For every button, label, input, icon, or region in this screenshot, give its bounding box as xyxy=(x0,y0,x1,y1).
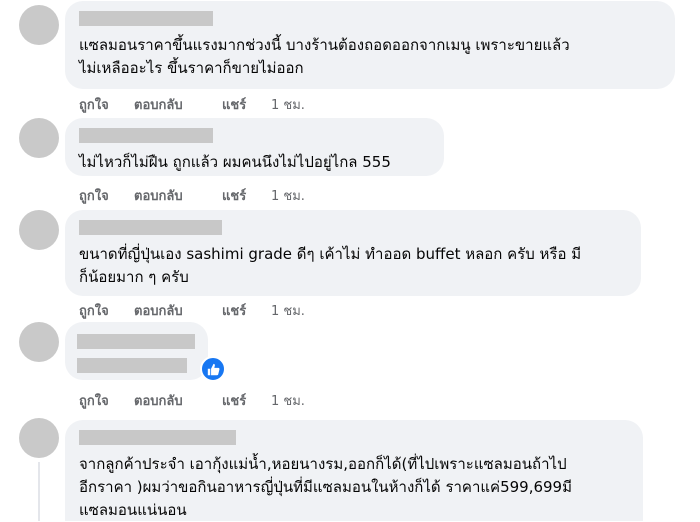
reply-button[interactable]: ตอบกลับ xyxy=(134,94,222,115)
comment-actions: ถูกใจ ตอบกลับ แชร์ 1 ชม. xyxy=(79,94,305,115)
comment-text: จากลูกค้าประจำ เอากุ้งแม่น้ำ,หอยนางรม,ออ… xyxy=(79,455,572,519)
redacted-author-name[interactable] xyxy=(79,11,213,26)
comment-actions: ถูกใจ ตอบกลับ แชร์ 1 ชม. xyxy=(79,185,305,206)
like-button[interactable]: ถูกใจ xyxy=(79,94,134,115)
avatar[interactable] xyxy=(19,118,59,158)
like-button[interactable]: ถูกใจ xyxy=(79,390,134,411)
comment-text: แซลมอนราคาขึ้นแรงมากช่วงนี้ บางร้านต้องถ… xyxy=(79,36,570,77)
comment-bubble: ขนาดที่ญี่ปุ่นเอง sashimi grade ดีๆ เค้า… xyxy=(65,210,641,296)
redacted-author-name[interactable] xyxy=(77,334,195,349)
share-button[interactable]: แชร์ xyxy=(222,185,271,206)
avatar[interactable] xyxy=(19,418,59,458)
reply-button[interactable]: ตอบกลับ xyxy=(134,185,222,206)
reaction-badge[interactable] xyxy=(200,356,226,382)
avatar[interactable] xyxy=(19,322,59,362)
share-button[interactable]: แชร์ xyxy=(222,300,271,321)
timestamp[interactable]: 1 ชม. xyxy=(271,94,305,115)
share-button[interactable]: แชร์ xyxy=(222,390,271,411)
avatar[interactable] xyxy=(19,210,59,250)
comment-text: ไม่ไหวก็ไม่ฝืน ถูกแล้ว ผมคนนึงไม่ไปอยู่ไ… xyxy=(79,153,391,171)
comment-actions: ถูกใจ ตอบกลับ แชร์ 1 ชม. xyxy=(79,390,305,411)
redacted-author-name[interactable] xyxy=(79,430,236,445)
comment-text: ขนาดที่ญี่ปุ่นเอง sashimi grade ดีๆ เค้า… xyxy=(79,245,582,286)
redacted-content xyxy=(77,358,187,373)
like-button[interactable]: ถูกใจ xyxy=(79,185,134,206)
comment-bubble: แซลมอนราคาขึ้นแรงมากช่วงนี้ บางร้านต้องถ… xyxy=(65,1,675,89)
timestamp[interactable]: 1 ชม. xyxy=(271,300,305,321)
comment-bubble: จากลูกค้าประจำ เอากุ้งแม่น้ำ,หอยนางรม,ออ… xyxy=(65,420,643,521)
timestamp[interactable]: 1 ชม. xyxy=(271,185,305,206)
redacted-author-name[interactable] xyxy=(79,220,222,235)
reply-button[interactable]: ตอบกลับ xyxy=(134,390,222,411)
avatar[interactable] xyxy=(19,5,59,45)
comment-bubble: ไม่ไหวก็ไม่ฝืน ถูกแล้ว ผมคนนึงไม่ไปอยู่ไ… xyxy=(65,118,444,176)
share-button[interactable]: แชร์ xyxy=(222,94,271,115)
thumbs-up-icon xyxy=(207,363,219,375)
like-button[interactable]: ถูกใจ xyxy=(79,300,134,321)
comment-bubble xyxy=(65,322,208,380)
thread-line xyxy=(38,462,40,521)
redacted-author-name[interactable] xyxy=(79,128,213,143)
comment-actions: ถูกใจ ตอบกลับ แชร์ 1 ชม. xyxy=(79,300,305,321)
timestamp[interactable]: 1 ชม. xyxy=(271,390,305,411)
reply-button[interactable]: ตอบกลับ xyxy=(134,300,222,321)
